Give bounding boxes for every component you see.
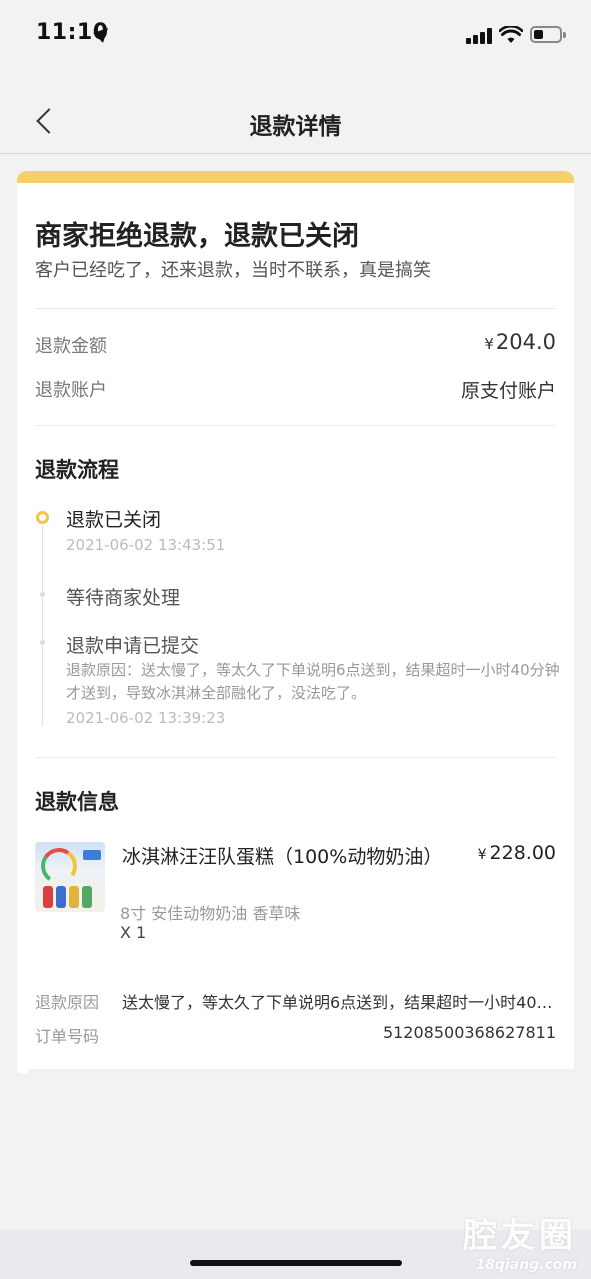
timeline-step-reason: 退款原因：送太慢了，等太久了下单说明6点送到，结果超时一小时40分钟才送到，导致… bbox=[66, 661, 560, 702]
timeline-dot-active-icon bbox=[36, 511, 49, 524]
refund-account-value: 原支付账户 bbox=[460, 380, 556, 402]
watermark-en: 18qiang.com bbox=[475, 1257, 577, 1273]
product-price: ¥228.00 bbox=[478, 842, 556, 864]
refund-card bbox=[17, 183, 574, 1069]
battery-icon bbox=[530, 26, 566, 43]
timeline-dot-icon bbox=[40, 592, 45, 597]
timeline-line bbox=[42, 526, 43, 726]
timeline-step-time: 2021-06-02 13:43:51 bbox=[66, 536, 226, 554]
refund-process-title: 退款流程 bbox=[35, 458, 119, 482]
product-thumbnail[interactable] bbox=[35, 842, 105, 912]
refund-account-label: 退款账户 bbox=[35, 380, 107, 401]
timeline-step-title: 退款申请已提交 bbox=[66, 635, 200, 657]
product-name[interactable]: 冰淇淋汪汪队蛋糕（100%动物奶油） bbox=[118, 842, 442, 872]
timeline-step-time: 2021-06-02 13:39:23 bbox=[66, 709, 226, 727]
currency-symbol: ¥ bbox=[477, 847, 487, 863]
refund-reason-value: 送太慢了，等太久了下单说明6点送到，结果超时一小时40分钟才送到，导致冰淇淋全部… bbox=[122, 993, 556, 1012]
divider bbox=[35, 425, 556, 426]
refund-amount-label: 退款金额 bbox=[35, 336, 107, 357]
currency-symbol: ¥ bbox=[484, 335, 494, 353]
timeline-step-title: 退款已关闭 bbox=[66, 509, 162, 531]
product-price-number: 228.00 bbox=[489, 842, 556, 864]
refund-reason-label: 退款原因 bbox=[35, 993, 100, 1012]
watermark-logo: 腔友圈 18qiang.com bbox=[463, 1208, 577, 1273]
signal-icon bbox=[466, 28, 494, 44]
timeline-step-title: 等待商家处理 bbox=[66, 587, 181, 609]
refund-amount-value: ¥204.0 bbox=[484, 330, 556, 354]
home-indicator[interactable] bbox=[190, 1260, 402, 1266]
divider bbox=[35, 308, 556, 309]
product-quantity: X 1 bbox=[120, 923, 147, 942]
divider bbox=[35, 757, 556, 758]
product-spec: 8寸 安佳动物奶油 香草味 bbox=[120, 904, 301, 923]
refund-status-headline: 商家拒绝退款，退款已关闭 bbox=[35, 221, 359, 252]
status-bar: 11:10 bbox=[0, 0, 591, 70]
refund-amount-number: 204.0 bbox=[495, 330, 556, 354]
nav-bar: 退款详情 bbox=[0, 88, 591, 154]
card-serrated-edge bbox=[17, 1063, 574, 1073]
watermark-cn: 腔友圈 bbox=[463, 1216, 577, 1256]
merchant-note: 客户已经吃了，还来退款，当时不联系，真是搞笑 bbox=[35, 260, 431, 281]
timeline-dot-icon bbox=[40, 640, 45, 645]
refund-info-title: 退款信息 bbox=[35, 790, 119, 814]
page-title: 退款详情 bbox=[249, 114, 342, 140]
wifi-icon bbox=[499, 26, 523, 43]
order-number-value[interactable]: 51208500368627811 bbox=[383, 1023, 556, 1042]
order-number-label: 订单号码 bbox=[35, 1027, 100, 1046]
